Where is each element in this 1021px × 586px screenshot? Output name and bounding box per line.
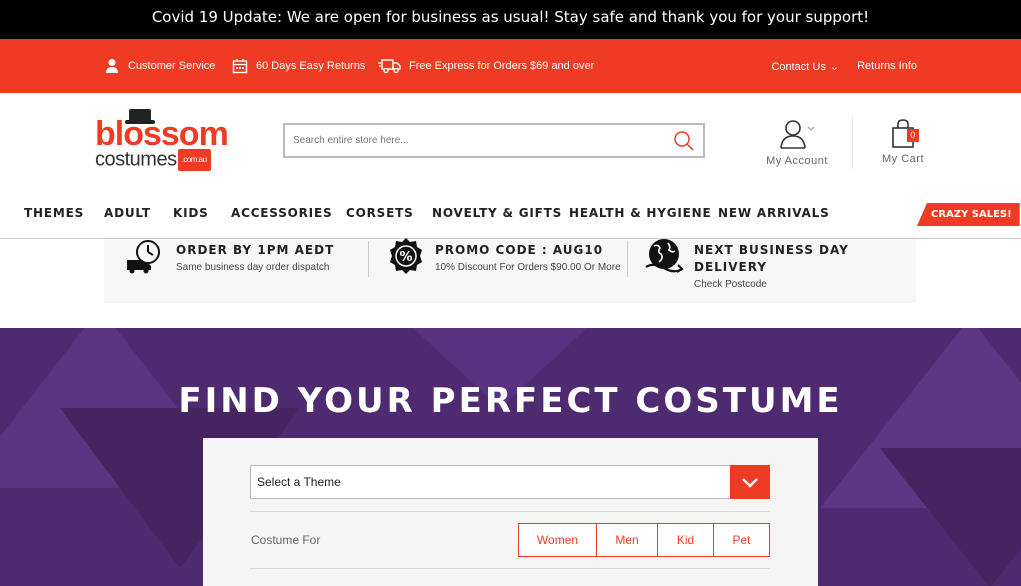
logo-line1: blossom <box>95 115 229 153</box>
search-box <box>283 123 705 158</box>
percent-badge-icon: % <box>387 237 425 280</box>
costume-for-label: Costume For <box>251 533 321 547</box>
user-icon <box>103 57 121 75</box>
check-postcode-link[interactable]: Check Postcode <box>694 278 904 292</box>
usp-delivery: NEXT BUSINESS DAY DELIVERY Check Postcod… <box>644 239 904 299</box>
usp-promo: % PROMO CODE : AUG10 10% Discount For Or… <box>387 237 637 299</box>
my-account-link[interactable]: My Account <box>760 119 834 167</box>
finder-divider <box>250 511 770 512</box>
costume-finder-panel: Select a Theme Costume For Women Men Kid… <box>203 438 818 586</box>
search-icon[interactable] <box>673 130 695 152</box>
my-cart-label: My Cart <box>882 153 924 165</box>
clock-truck-icon <box>126 239 166 280</box>
nav-corsets[interactable]: CORSETS <box>346 206 414 220</box>
info-right-links: Contact Us ⌄ Returns Info <box>771 39 917 93</box>
shipping-label: Free Express for Orders $69 and over <box>409 60 595 72</box>
chevron-down-icon[interactable] <box>730 465 770 499</box>
returns-info-link[interactable]: Returns Info <box>857 60 917 72</box>
calendar-icon <box>231 57 249 75</box>
theme-select[interactable]: Select a Theme <box>250 465 770 499</box>
finder-divider <box>250 568 770 569</box>
usp-order-by-title: ORDER BY 1PM AEDT <box>176 243 335 257</box>
info-bar: Customer Service 60 Days Easy Returns Fr… <box>0 39 1021 93</box>
header-divider <box>852 117 853 169</box>
nav-accessories[interactable]: ACCESSORIES <box>231 206 332 220</box>
usp-divider <box>627 241 628 277</box>
usp-promo-sub: 10% Discount For Orders $90.00 Or More <box>435 262 621 273</box>
option-pet-button[interactable]: Pet <box>713 523 770 557</box>
nav-novelty-gifts[interactable]: NOVELTY & GIFTS <box>432 206 562 220</box>
site-header: blossom costumes.com.au My Account 0 My … <box>0 93 1021 189</box>
customer-service-link[interactable]: Customer Service <box>103 39 215 93</box>
announcement-text: Covid 19 Update: We are open for busines… <box>151 8 870 26</box>
account-icon <box>780 120 815 149</box>
usp-strip: ORDER BY 1PM AEDT Same business day orde… <box>104 237 916 303</box>
delivery-truck-icon <box>378 57 402 75</box>
my-cart-link[interactable]: 0 My Cart <box>876 119 930 165</box>
search-input[interactable] <box>285 125 665 156</box>
nav-kids[interactable]: KIDS <box>173 206 209 220</box>
nav-new-arrivals[interactable]: NEW ARRIVALS <box>718 206 830 220</box>
nav-health-hygiene[interactable]: HEALTH & HYGIENE <box>569 206 712 220</box>
cart-count-badge: 0 <box>907 129 919 142</box>
usp-divider <box>368 241 369 277</box>
theme-select-value: Select a Theme <box>257 475 341 489</box>
usp-delivery-title2: DELIVERY <box>694 260 768 274</box>
logo-costumes-text: costumes <box>95 148 177 171</box>
crazy-sales-button[interactable]: CRAZY SALES! <box>917 203 1020 226</box>
logo-domain: .com.au <box>177 149 211 171</box>
costume-finder-hero: FIND YOUR PERFECT COSTUME Select a Theme… <box>0 328 1021 586</box>
finder-heading: FIND YOUR PERFECT COSTUME <box>178 381 843 421</box>
option-women-button[interactable]: Women <box>518 523 597 557</box>
my-account-label: My Account <box>766 155 828 167</box>
decor-triangle <box>880 448 1021 586</box>
site-logo[interactable]: blossom costumes .com.au <box>95 109 229 173</box>
chevron-down-icon: ⌄ <box>829 60 840 73</box>
option-men-button[interactable]: Men <box>596 523 658 557</box>
customer-service-label: Customer Service <box>128 60 216 72</box>
contact-us-link[interactable]: Contact Us ⌄ <box>771 60 839 73</box>
globe-delivery-icon <box>644 237 684 280</box>
main-nav: THEMES ADULT KIDS ACCESSORIES CORSETS NO… <box>0 189 1021 239</box>
svg-text:%: % <box>399 250 412 265</box>
shopping-bag-icon: 0 <box>889 119 919 149</box>
logo-line2: costumes .com.au <box>95 149 211 171</box>
usp-delivery-title: NEXT BUSINESS DAY <box>694 243 849 257</box>
announcement-bar: Covid 19 Update: We are open for busines… <box>0 0 1021 39</box>
returns-label: 60 Days Easy Returns <box>256 60 366 72</box>
usp-order-by-sub: Same business day order dispatch <box>176 262 330 273</box>
returns-link[interactable]: 60 Days Easy Returns <box>231 39 365 93</box>
usp-promo-title: PROMO CODE : AUG10 <box>435 243 604 257</box>
shipping-link[interactable]: Free Express for Orders $69 and over <box>378 39 594 93</box>
nav-adult[interactable]: ADULT <box>104 206 151 220</box>
nav-themes[interactable]: THEMES <box>24 206 84 220</box>
contact-us-label: Contact Us <box>771 60 826 73</box>
usp-order-by: ORDER BY 1PM AEDT Same business day orde… <box>126 239 366 299</box>
option-kid-button[interactable]: Kid <box>657 523 714 557</box>
